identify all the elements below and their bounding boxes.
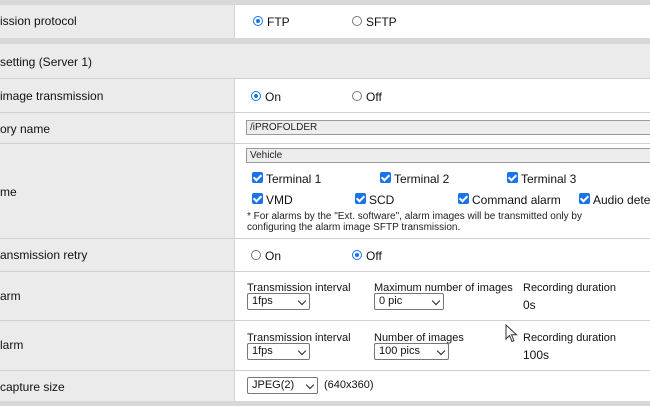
row-transmission-protocol: ission protocol FTP SFTP — [0, 5, 650, 38]
recording-duration-label: Recording duration — [523, 332, 616, 344]
on-label: On — [265, 90, 282, 104]
pre-alarm-interval-select[interactable]: 1fps — [247, 293, 310, 310]
terminal-1-label: Terminal 1 — [266, 172, 322, 186]
mouse-pointer-icon — [505, 324, 518, 343]
image-transmission-off-radio[interactable] — [352, 91, 362, 101]
row-image-transmission: image transmission On Off — [0, 79, 650, 112]
section-header: setting (Server 1) — [0, 44, 650, 78]
scd-label: SCD — [369, 193, 395, 207]
section-title: setting (Server 1) — [0, 55, 93, 69]
chevron-down-icon — [305, 380, 315, 390]
row-label: ory name — [0, 122, 51, 136]
row-file-name: me Vehicle Terminal 1 Terminal 2 Termina… — [0, 144, 650, 238]
select-value: JPEG(2) — [252, 379, 295, 391]
recording-duration-value: 0s — [523, 298, 536, 312]
capture-size-select[interactable]: JPEG(2) — [247, 377, 318, 394]
chevron-down-icon — [431, 296, 441, 306]
retry-on-radio[interactable] — [251, 250, 261, 260]
bottom-band — [0, 401, 650, 406]
sftp-radio[interactable] — [352, 16, 362, 26]
note-line-2: configuring the alarm image SFTP transmi… — [247, 222, 461, 233]
terminal-2-checkbox[interactable] — [380, 172, 391, 183]
row-label: ission protocol — [0, 14, 77, 28]
off-label: Off — [366, 249, 382, 263]
post-alarm-interval-select[interactable]: 1fps — [247, 343, 310, 360]
scd-checkbox[interactable] — [355, 193, 366, 204]
on-label: On — [265, 249, 282, 263]
directory-name-input[interactable]: /iPROFOLDER — [246, 120, 650, 135]
row-label: capture size — [0, 380, 65, 394]
chevron-down-icon — [297, 346, 307, 356]
chevron-down-icon — [436, 346, 446, 356]
audio-detection-label: Audio dete — [593, 193, 650, 207]
terminal-3-checkbox[interactable] — [507, 172, 518, 183]
ftp-label: FTP — [267, 15, 290, 29]
chevron-down-icon — [297, 296, 307, 306]
row-capture-size: capture size JPEG(2) (640x360) — [0, 371, 650, 401]
command-alarm-label: Command alarm — [472, 193, 561, 207]
recording-duration-value: 100s — [523, 348, 550, 362]
row-directory-name: ory name /iPROFOLDER — [0, 113, 650, 143]
terminal-2-label: Terminal 2 — [394, 172, 450, 186]
row-pre-alarm: arm Transmission interval 1fps Maximum n… — [0, 272, 650, 320]
recording-duration-label: Recording duration — [523, 282, 616, 294]
file-name-input[interactable]: Vehicle — [246, 148, 650, 163]
command-alarm-checkbox[interactable] — [458, 193, 469, 204]
capture-resolution: (640x360) — [324, 379, 374, 391]
retry-off-radio[interactable] — [352, 250, 362, 260]
row-transmission-retry: ansmission retry On Off — [0, 239, 650, 271]
note-line-1: * For alarms by the "Ext. software", ala… — [247, 211, 582, 222]
row-label: image transmission — [0, 89, 104, 103]
select-value: 100 pics — [379, 345, 420, 357]
select-value: 0 pic — [379, 295, 403, 307]
post-alarm-count-select[interactable]: 100 pics — [374, 343, 449, 360]
terminal-1-checkbox[interactable] — [252, 172, 263, 183]
row-label: arm — [0, 289, 21, 303]
row-label: ansmission retry — [0, 248, 88, 262]
row-post-alarm: larm Transmission interval 1fps Number o… — [0, 321, 650, 370]
vmd-checkbox[interactable] — [252, 193, 263, 204]
audio-detection-checkbox[interactable] — [579, 193, 590, 204]
vmd-label: VMD — [266, 193, 293, 207]
select-value: 1fps — [252, 345, 273, 357]
image-transmission-on-radio[interactable] — [251, 91, 261, 101]
sftp-label: SFTP — [366, 15, 397, 29]
select-value: 1fps — [252, 295, 273, 307]
off-label: Off — [366, 90, 382, 104]
row-label: larm — [0, 338, 24, 352]
pre-alarm-count-select[interactable]: 0 pic — [374, 293, 444, 310]
terminal-3-label: Terminal 3 — [521, 172, 577, 186]
ftp-radio[interactable] — [253, 16, 263, 26]
row-label: me — [0, 185, 17, 199]
